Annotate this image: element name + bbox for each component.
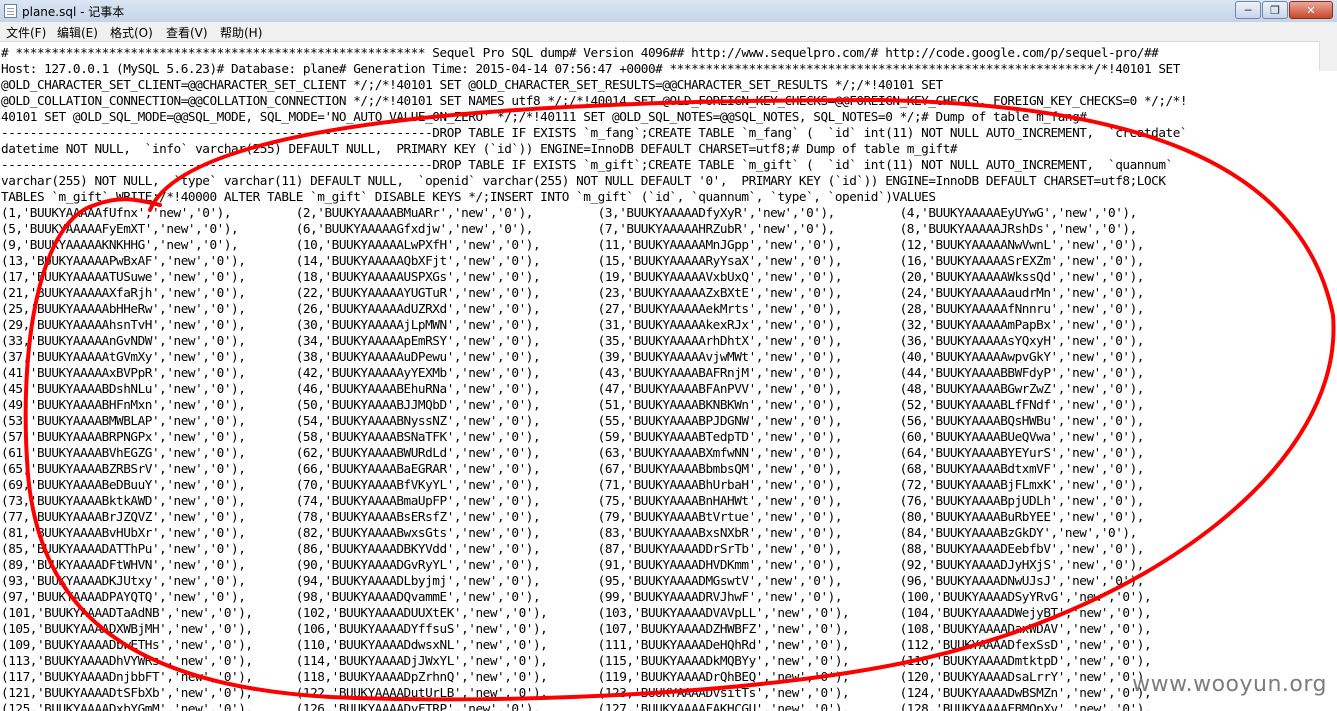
title-bar[interactable]: plane.sql - 记事本 ─ ❐ ✕ — [0, 0, 1337, 23]
maximize-button[interactable]: ❐ — [1262, 1, 1288, 19]
editor-line: (69,'BUUKYAAAABeDBuuY','new','0'), (70,'… — [1, 477, 1144, 492]
menu-view[interactable]: 查看(V) — [166, 24, 208, 41]
editor-line: TABLES `m_gift` WRITE;/*!40000 ALTER TAB… — [1, 189, 936, 204]
menu-bar: 文件(F) 编辑(E) 格式(O) 查看(V) 帮助(H) — [0, 22, 1337, 42]
editor-line: (89,'BUUKYAAAADFtWHVN','new','0'), (90,'… — [1, 557, 1144, 572]
editor-line: 40101 SET @OLD_SQL_MODE=@@SQL_MODE, SQL_… — [1, 109, 1087, 124]
editor-line: (29,'BUUKYAAAAAhsnTvH','new','0'), (30,'… — [1, 317, 1144, 332]
editor-line: (1,'BUUKYAAAAAfUfnx','new','0'), (2,'BUU… — [1, 205, 1137, 220]
editor-line: (61,'BUUKYAAAABVhEGZG','new','0'), (62,'… — [1, 445, 1144, 460]
editor-line: (17,'BUUKYAAAAATUSuwe','new','0'), (18,'… — [1, 269, 1144, 284]
watermark-text: www.wooyun.org — [1132, 672, 1327, 697]
close-button[interactable]: ✕ — [1289, 1, 1333, 19]
editor-line: (77,'BUUKYAAAABrJZQVZ','new','0'), (78,'… — [1, 509, 1144, 524]
editor-line: (125,'BUUKYAAAADxbYGmM','new','0'), (126… — [1, 701, 1152, 711]
minimize-icon: ─ — [1244, 3, 1252, 17]
maximize-icon: ❐ — [1270, 3, 1280, 17]
editor-line: (21,'BUUKYAAAAAXfaRjh','new','0'), (22,'… — [1, 285, 1144, 300]
window-controls: ─ ❐ ✕ — [1234, 1, 1333, 20]
editor-line: # **************************************… — [1, 45, 1159, 60]
editor-line: (9,'BUUKYAAAAAKNKHHG','new','0'), (10,'B… — [1, 237, 1144, 252]
editor-line: (33,'BUUKYAAAAAnGvNDW','new','0'), (34,'… — [1, 333, 1144, 348]
menu-edit[interactable]: 编辑(E) — [57, 24, 98, 41]
editor-line: (65,'BUUKYAAAABZRBSrV','new','0'), (66,'… — [1, 461, 1144, 476]
editor-line: @OLD_CHARACTER_SET_CLIENT=@@CHARACTER_SE… — [1, 77, 943, 92]
close-icon: ✕ — [1306, 3, 1316, 17]
menu-format[interactable]: 格式(O) — [110, 24, 153, 41]
editor-line: varchar(255) NOT NULL, `type` varchar(11… — [1, 173, 1166, 188]
editor-line: (57,'BUUKYAAAABRPNGPx','new','0'), (58,'… — [1, 429, 1144, 444]
editor-line: (81,'BUUKYAAAABvHUbXr','new','0'), (82,'… — [1, 525, 1137, 540]
editor-line: ----------------------------------------… — [1, 125, 1188, 140]
editor-line: @OLD_COLLATION_CONNECTION=@@COLLATION_CO… — [1, 93, 1188, 108]
editor-line: (45,'BUUKYAAAABDshNLu','new','0'), (46,'… — [1, 381, 1144, 396]
editor-line: ----------------------------------------… — [1, 157, 1173, 172]
editor-line: (85,'BUUKYAAAADATThPu','new','0'), (86,'… — [1, 541, 1144, 556]
editor-line: (5,'BUUKYAAAAAFyEmXT','new','0'), (6,'BU… — [1, 221, 1137, 236]
editor-line: (109,'BUUKYAAAADbwETHs','new','0'), (110… — [1, 637, 1152, 652]
editor-line: (105,'BUUKYAAAADXWBjMH','new','0'), (106… — [1, 621, 1152, 636]
text-editor[interactable]: # **************************************… — [0, 45, 1337, 711]
editor-line: (49,'BUUKYAAAABHFnMxn','new','0'), (50,'… — [1, 397, 1144, 412]
editor-line: Host: 127.0.0.1 (MySQL 5.6.23)# Database… — [1, 61, 1180, 76]
editor-line: datetime NOT NULL, `info` varchar(255) D… — [1, 141, 958, 156]
editor-line: (121,'BUUKYAAAADtSFbXb','new','0'), (122… — [1, 685, 1152, 700]
editor-line: (73,'BUUKYAAAABktkAWD','new','0'), (74,'… — [1, 493, 1144, 508]
editor-line: (25,'BUUKYAAAAAbHHeRw','new','0'), (26,'… — [1, 301, 1144, 316]
minimize-button[interactable]: ─ — [1235, 1, 1261, 19]
editor-line: (53,'BUUKYAAAABMWBLAP','new','0'), (54,'… — [1, 413, 1144, 428]
editor-line: (13,'BUUKYAAAAAPwBxAF','new','0'), (14,'… — [1, 253, 1144, 268]
editor-line: (93,'BUUKYAAAADKJUtxy','new','0'), (94,'… — [1, 573, 1144, 588]
editor-line: (41,'BUUKYAAAAAxBVPpR','new','0'), (42,'… — [1, 365, 1144, 380]
editor-line: (97,'BUUKYAAAADPAYQTQ','new','0'), (98,'… — [1, 589, 1152, 604]
menu-help[interactable]: 帮助(H) — [220, 24, 262, 41]
editor-line: (101,'BUUKYAAAADTaAdNB','new','0'), (102… — [1, 605, 1152, 620]
menu-file[interactable]: 文件(F) — [6, 24, 46, 41]
notepad-icon — [4, 4, 17, 18]
editor-line: (113,'BUUKYAAAADhVYWRs','new','0'), (114… — [1, 653, 1152, 668]
editor-line: (117,'BUUKYAAAADnjbbFT','new','0'), (118… — [1, 669, 1152, 684]
editor-line: (37,'BUUKYAAAAAtGVmXy','new','0'), (38,'… — [1, 349, 1144, 364]
window-title: plane.sql - 记事本 — [22, 5, 125, 19]
